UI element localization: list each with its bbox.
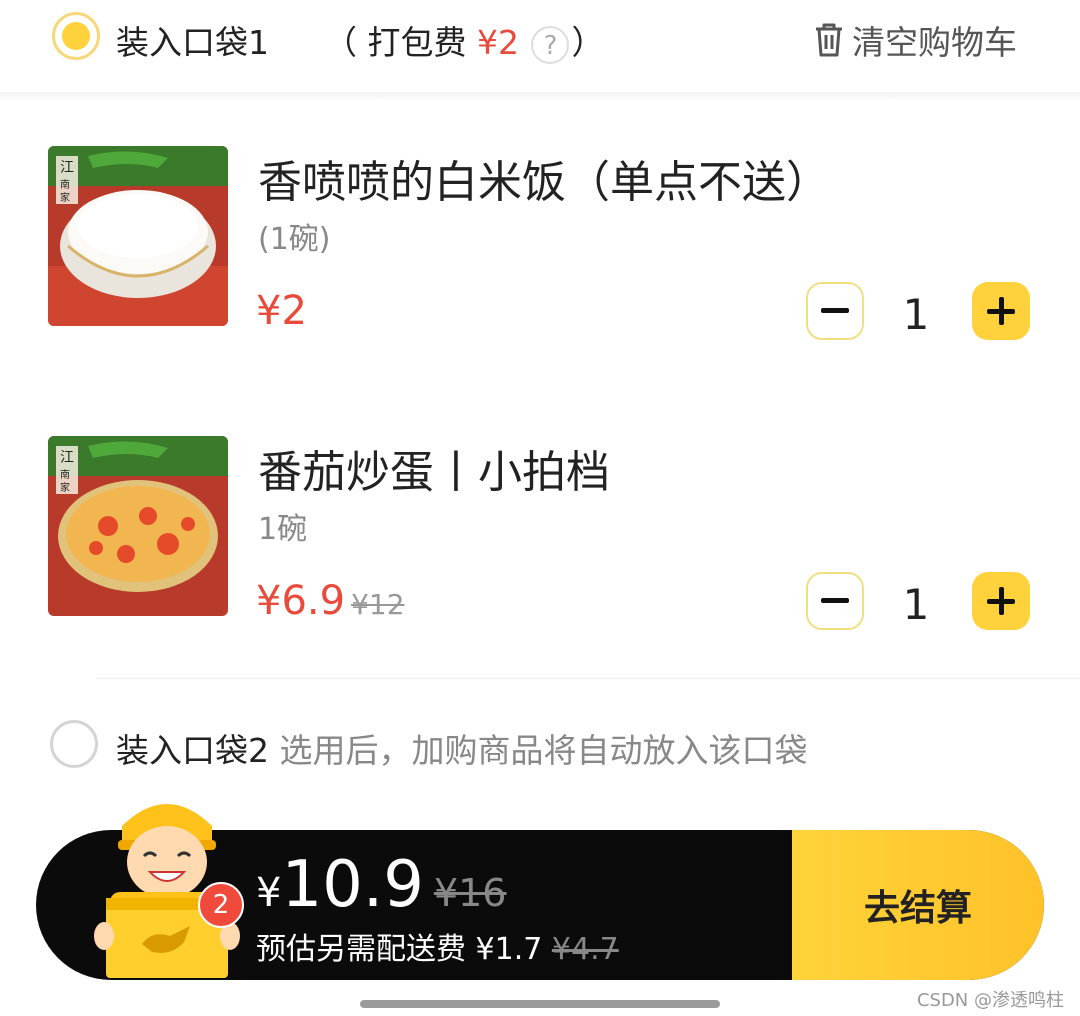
svg-text:南: 南 [60,468,70,481]
svg-text:南: 南 [60,178,70,191]
checkout-label: 去结算 [863,888,972,929]
item-name[interactable]: 番茄炒蛋丨小拍档 [258,436,610,500]
tomato-egg-image: 江 南 家 [48,436,228,616]
cart-count-badge: 2 [198,882,244,928]
svg-text:江: 江 [60,160,74,176]
minus-icon [821,308,849,313]
quantity-value: 1 [902,290,930,339]
bag2-row[interactable]: 装入口袋2 选用后，加购商品将自动放入该口袋 [116,724,808,772]
bag1-label: 装入口袋1 [116,23,269,62]
rice-bowl-image: 江 南 家 [48,146,228,326]
home-indicator[interactable] [360,1000,720,1008]
item-name[interactable]: 香喷喷的白米饭（单点不送） [258,146,830,210]
item-image-rice[interactable]: 江 南 家 [48,146,228,326]
checkout-button[interactable]: 去结算 [792,830,1044,980]
decrease-quantity-button[interactable] [806,282,864,340]
item-price: ¥6.9 ¥12 [256,578,405,624]
packing-fee-value: ¥2 [476,23,519,62]
item-spec: (1碗) [258,222,331,257]
svg-text:家: 家 [60,191,70,204]
item-price: ¥2 [256,288,307,334]
decrease-quantity-button[interactable] [806,572,864,630]
packing-fee-suffix: ） [571,23,605,62]
bag2-label: 装入口袋2 [116,731,269,770]
item-price-value: ¥2 [256,288,307,334]
total-price: ¥10.9 ¥16 [256,848,506,922]
svg-text:家: 家 [60,481,70,494]
quantity-value: 1 [902,580,930,629]
bag2-radio[interactable] [50,720,98,768]
bag2-hint: 选用后，加购商品将自动放入该口袋 [279,731,808,770]
trash-icon [816,23,842,57]
packing-fee-prefix: （ 打包费 [324,23,477,62]
total-currency: ¥ [256,870,282,916]
delivery-fee: 预估另需配送费 ¥1.7 ¥4.7 [256,924,619,968]
bag1-radio[interactable] [52,12,100,60]
clear-cart-label: 清空购物车 [852,23,1017,62]
item-spec: 1碗 [258,512,308,547]
item-image-tomato-egg[interactable]: 江 南 家 [48,436,228,616]
section-divider [96,678,1080,679]
minus-icon [821,598,849,603]
plus-icon [987,587,1015,615]
svg-text:江: 江 [60,450,74,466]
help-icon[interactable]: ? [531,25,570,64]
item-price-value: ¥6.9 [256,578,346,624]
increase-quantity-button[interactable] [972,282,1030,340]
original-total: ¥16 [433,871,507,915]
header-divider [0,92,1080,102]
original-delivery-fee: ¥4.7 [551,932,619,967]
item-original-price: ¥12 [351,588,405,621]
total-value: 10.9 [281,848,424,922]
plus-icon [987,297,1015,325]
clear-cart-button[interactable]: 清空购物车 [814,16,1017,64]
increase-quantity-button[interactable] [972,572,1030,630]
bag1-header: 装入口袋1 （ 打包费 ¥2 ?） [116,16,604,64]
delivery-fee-value: ¥1.7 [475,932,543,967]
watermark: CSDN @渗透鸣柱 [916,990,1064,1011]
delivery-fee-label: 预估另需配送费 [256,932,466,967]
